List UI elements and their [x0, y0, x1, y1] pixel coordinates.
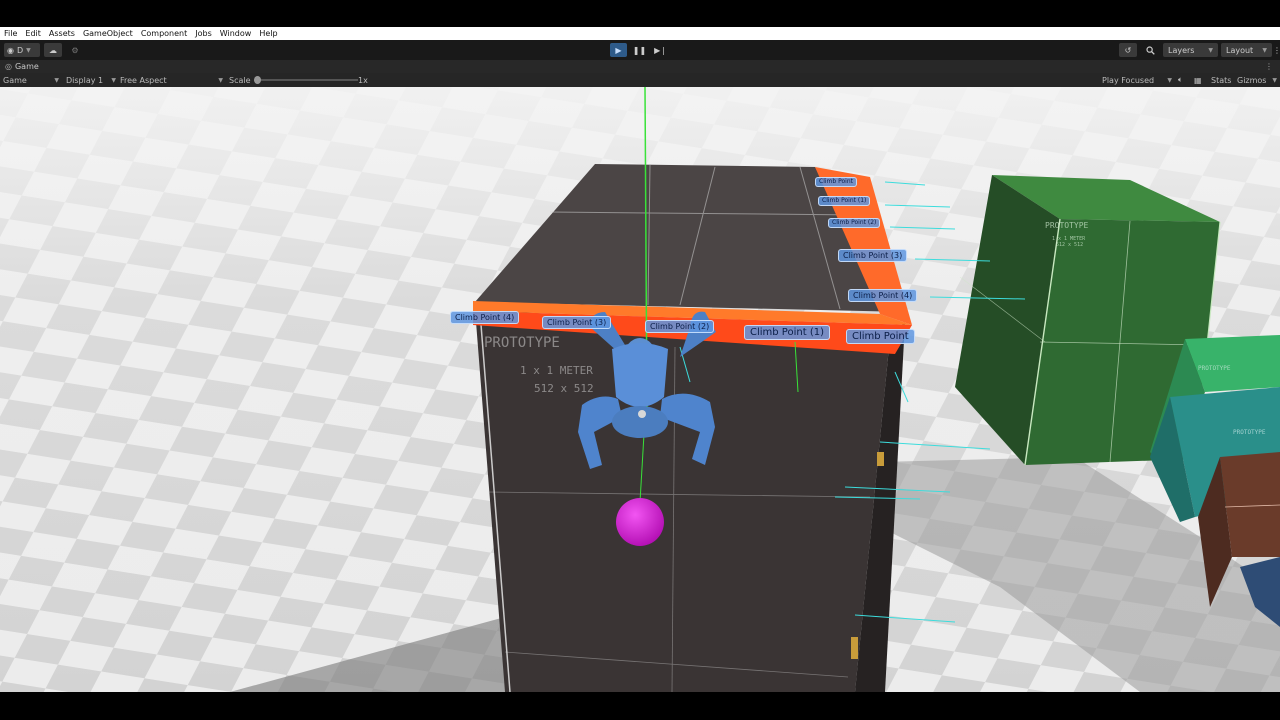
account-icon: ◉ [7, 45, 14, 55]
climb-point-label[interactable]: Climb Point (3) [542, 316, 612, 329]
view-mode-label: Game [3, 75, 27, 85]
display-label: Display 1 [66, 75, 104, 85]
gizmos-dropdown[interactable]: Gizmos ▼ [1237, 73, 1277, 87]
chevron-down-icon: ▼ [1272, 76, 1277, 84]
menu-window[interactable]: Window [216, 27, 256, 40]
cloud-button[interactable]: ☁ [44, 43, 62, 57]
climb-point-label[interactable]: Climb Point (1) [818, 196, 871, 206]
letterbox-bottom [0, 692, 1280, 720]
menu-jobs[interactable]: Jobs [191, 27, 216, 40]
climb-point-label[interactable]: Climb Point (4) [450, 311, 520, 324]
stats-icon[interactable]: ▦ [1194, 73, 1204, 87]
menu-help[interactable]: Help [255, 27, 281, 40]
game-viewport[interactable]: Climb Point Climb Point (1) Climb Point … [0, 87, 1280, 692]
play-focused-dropdown[interactable]: Play Focused ▼ [1102, 73, 1172, 87]
letterbox-top [0, 0, 1280, 27]
menu-assets[interactable]: Assets [45, 27, 79, 40]
display-dropdown[interactable]: Display 1 ▼ [66, 73, 116, 87]
account-dropdown[interactable]: ◉ D ▼ [4, 43, 40, 57]
climb-point-label[interactable]: Climb Point (1) [744, 325, 830, 340]
collab-button[interactable]: ⚙ [66, 43, 84, 57]
prototype-texture-label: PROTOTYPE [1233, 429, 1266, 436]
prototype-texture-label: PROTOTYPE [484, 335, 560, 351]
chevron-down-icon: ▼ [54, 76, 59, 84]
gizmos-label: Gizmos [1237, 75, 1267, 85]
main-toolbar: ◉ D ▼ ☁ ⚙ ▶ ❚❚ ▶❘ ↺ Layers ▼ Layout ▼ ⋮ [0, 40, 1280, 60]
climb-point-label[interactable]: Climb Point (3) [838, 249, 908, 262]
speaker-icon[interactable]: 🔈︎ [1178, 73, 1183, 87]
gamepad-icon: ◎ [5, 62, 12, 71]
tab-game[interactable]: Game [15, 62, 39, 71]
play-button[interactable]: ▶ [610, 43, 627, 57]
chevron-down-icon: ▼ [1262, 46, 1267, 54]
view-mode-dropdown[interactable]: Game ▼ [3, 73, 59, 87]
prototype-texture-label: 512 x 512 [1056, 242, 1084, 248]
climb-point-label[interactable]: Climb Point [846, 329, 915, 344]
climb-point-label[interactable]: Climb Point (2) [828, 218, 881, 228]
scale-slider-handle[interactable] [254, 76, 261, 84]
play-icon: ▶ [615, 45, 622, 55]
prototype-texture-label: 1 x 1 METER [520, 364, 593, 377]
aspect-label: Free Aspect [120, 75, 167, 85]
scene-render [0, 87, 1280, 692]
toolbar-more-button[interactable]: ⋮ [1273, 43, 1280, 57]
scale-label: Scale [229, 75, 251, 85]
chevron-down-icon: ▼ [1167, 76, 1172, 84]
cloud-icon: ☁ [49, 45, 57, 55]
search-button[interactable] [1141, 43, 1159, 57]
prototype-texture-label: PROTOTYPE [1198, 365, 1231, 372]
menu-gameobject[interactable]: GameObject [79, 27, 137, 40]
more-icon: ⋮ [1273, 45, 1280, 55]
climb-point-label[interactable]: Climb Point (4) [848, 289, 918, 302]
scale-value: 1x [358, 75, 368, 85]
target-sphere [616, 498, 664, 546]
collab-icon: ⚙ [71, 45, 79, 55]
chevron-down-icon: ▼ [26, 46, 31, 54]
search-icon [1145, 45, 1155, 55]
game-view-toolbar: Game ▼ Display 1 ▼ Free Aspect ▼ Scale 1… [0, 73, 1280, 87]
step-icon: ▶❘ [654, 45, 667, 55]
climb-point-label[interactable]: Climb Point (2) [645, 320, 715, 333]
layout-label: Layout [1226, 45, 1254, 55]
step-button[interactable]: ▶❘ [652, 43, 669, 57]
pause-button[interactable]: ❚❚ [631, 43, 648, 57]
stats-button[interactable]: Stats [1211, 73, 1231, 87]
pause-icon: ❚❚ [632, 45, 647, 55]
play-focused-label: Play Focused [1102, 75, 1155, 85]
scale-slider-track[interactable] [254, 79, 358, 81]
chevron-down-icon: ▼ [111, 76, 116, 84]
menu-edit[interactable]: Edit [21, 27, 45, 40]
prototype-texture-label: PROTOTYPE [1045, 221, 1089, 230]
tab-menu-icon[interactable]: ⋮ [1265, 60, 1273, 73]
layers-label: Layers [1168, 45, 1195, 55]
undo-history-button[interactable]: ↺ [1119, 43, 1137, 57]
game-tab-strip: ◎ Game ⋮ [0, 60, 1280, 73]
prototype-texture-label: 512 x 512 [534, 382, 594, 395]
layers-dropdown[interactable]: Layers ▼ [1163, 43, 1218, 57]
menu-file[interactable]: File [0, 27, 21, 40]
layout-dropdown[interactable]: Layout ▼ [1221, 43, 1272, 57]
chevron-down-icon: ▼ [1208, 46, 1213, 54]
aspect-dropdown[interactable]: Free Aspect ▼ [120, 73, 223, 87]
menu-bar: File Edit Assets GameObject Component Jo… [0, 27, 1280, 40]
climb-point-label[interactable]: Climb Point [815, 177, 857, 187]
account-label: D [16, 45, 24, 55]
chevron-down-icon: ▼ [218, 76, 223, 84]
history-icon: ↺ [1124, 45, 1132, 55]
menu-component[interactable]: Component [137, 27, 191, 40]
